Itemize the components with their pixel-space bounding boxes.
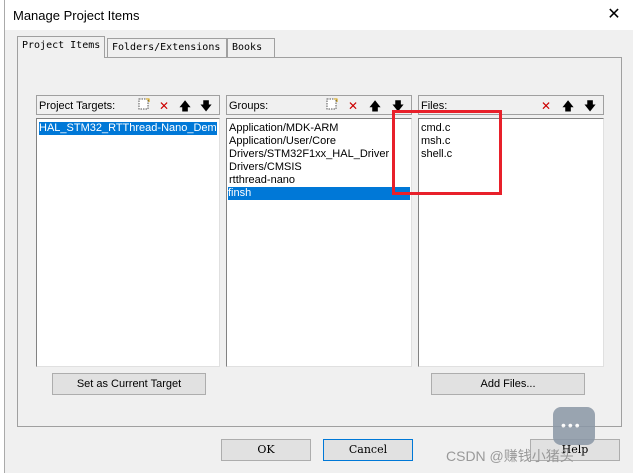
files-label: Files: (421, 100, 448, 112)
new-item-icon[interactable] (323, 97, 341, 114)
list-item-file[interactable]: msh.c (421, 135, 450, 148)
list-item-group[interactable]: finsh (228, 187, 410, 200)
groups-label: Groups: (229, 100, 269, 112)
move-up-icon[interactable]: 🡅 (176, 97, 194, 114)
list-item-file[interactable]: cmd.c (421, 122, 450, 135)
cancel-button[interactable]: Cancel (323, 439, 413, 461)
files-list[interactable]: cmd.c msh.c shell.c (418, 118, 604, 367)
list-item-target[interactable]: HAL_STM32_RTThread-Nano_Demo (39, 122, 219, 135)
title-bar: Manage Project Items ✕ (5, 0, 633, 30)
list-item-group[interactable]: Drivers/CMSIS (229, 161, 302, 174)
add-files-button[interactable]: Add Files... (431, 373, 585, 395)
chat-bubble-icon: ••• (553, 407, 595, 445)
files-panel: Files: ✕ 🡅 🡇 cmd.c msh.c shell.c (418, 95, 604, 367)
delete-icon[interactable]: ✕ (344, 97, 362, 114)
project-targets-header: Project Targets: ✕ 🡅 🡇 (36, 95, 220, 115)
move-up-icon[interactable]: 🡅 (366, 97, 384, 114)
tab-books[interactable]: Books (227, 38, 275, 57)
list-item-group[interactable]: Drivers/STM32F1xx_HAL_Driver (229, 148, 389, 161)
ok-button[interactable]: OK (221, 439, 311, 461)
set-as-current-target-button[interactable]: Set as Current Target (52, 373, 206, 395)
manage-project-items-dialog: Manage Project Items ✕ Project Items Fol… (4, 0, 633, 473)
groups-list[interactable]: Application/MDK-ARM Application/User/Cor… (226, 118, 412, 367)
groups-header: Groups: ✕ 🡅 🡇 (226, 95, 412, 115)
new-item-icon[interactable] (135, 97, 153, 114)
watermark: CSDN @赚钱小猪头 (446, 448, 574, 464)
files-header: Files: ✕ 🡅 🡇 (418, 95, 604, 115)
delete-icon[interactable]: ✕ (155, 97, 173, 114)
tab-page-project-items: Project Targets: ✕ 🡅 🡇 HAL_STM32_RTThrea… (17, 57, 622, 427)
tab-folders-extensions[interactable]: Folders/Extensions (107, 38, 227, 57)
move-up-icon[interactable]: 🡅 (559, 97, 577, 114)
dialog-title: Manage Project Items (13, 8, 140, 23)
list-item-group[interactable]: Application/User/Core (229, 135, 336, 148)
project-targets-list[interactable]: HAL_STM32_RTThread-Nano_Demo (36, 118, 220, 367)
list-item-group[interactable]: Application/MDK-ARM (229, 122, 338, 135)
list-item-file[interactable]: shell.c (421, 148, 452, 161)
close-icon[interactable]: ✕ (603, 4, 625, 26)
move-down-icon[interactable]: 🡇 (389, 97, 407, 114)
groups-panel: Groups: ✕ 🡅 🡇 Application/MDK-ARM Applic… (226, 95, 412, 367)
list-item-group[interactable]: rtthread-nano (229, 174, 295, 187)
project-targets-label: Project Targets: (39, 100, 116, 112)
move-down-icon[interactable]: 🡇 (581, 97, 599, 114)
move-down-icon[interactable]: 🡇 (197, 97, 215, 114)
delete-icon[interactable]: ✕ (537, 97, 555, 114)
tab-project-items[interactable]: Project Items (17, 36, 105, 58)
project-targets-panel: Project Targets: ✕ 🡅 🡇 HAL_STM32_RTThrea… (36, 95, 220, 367)
